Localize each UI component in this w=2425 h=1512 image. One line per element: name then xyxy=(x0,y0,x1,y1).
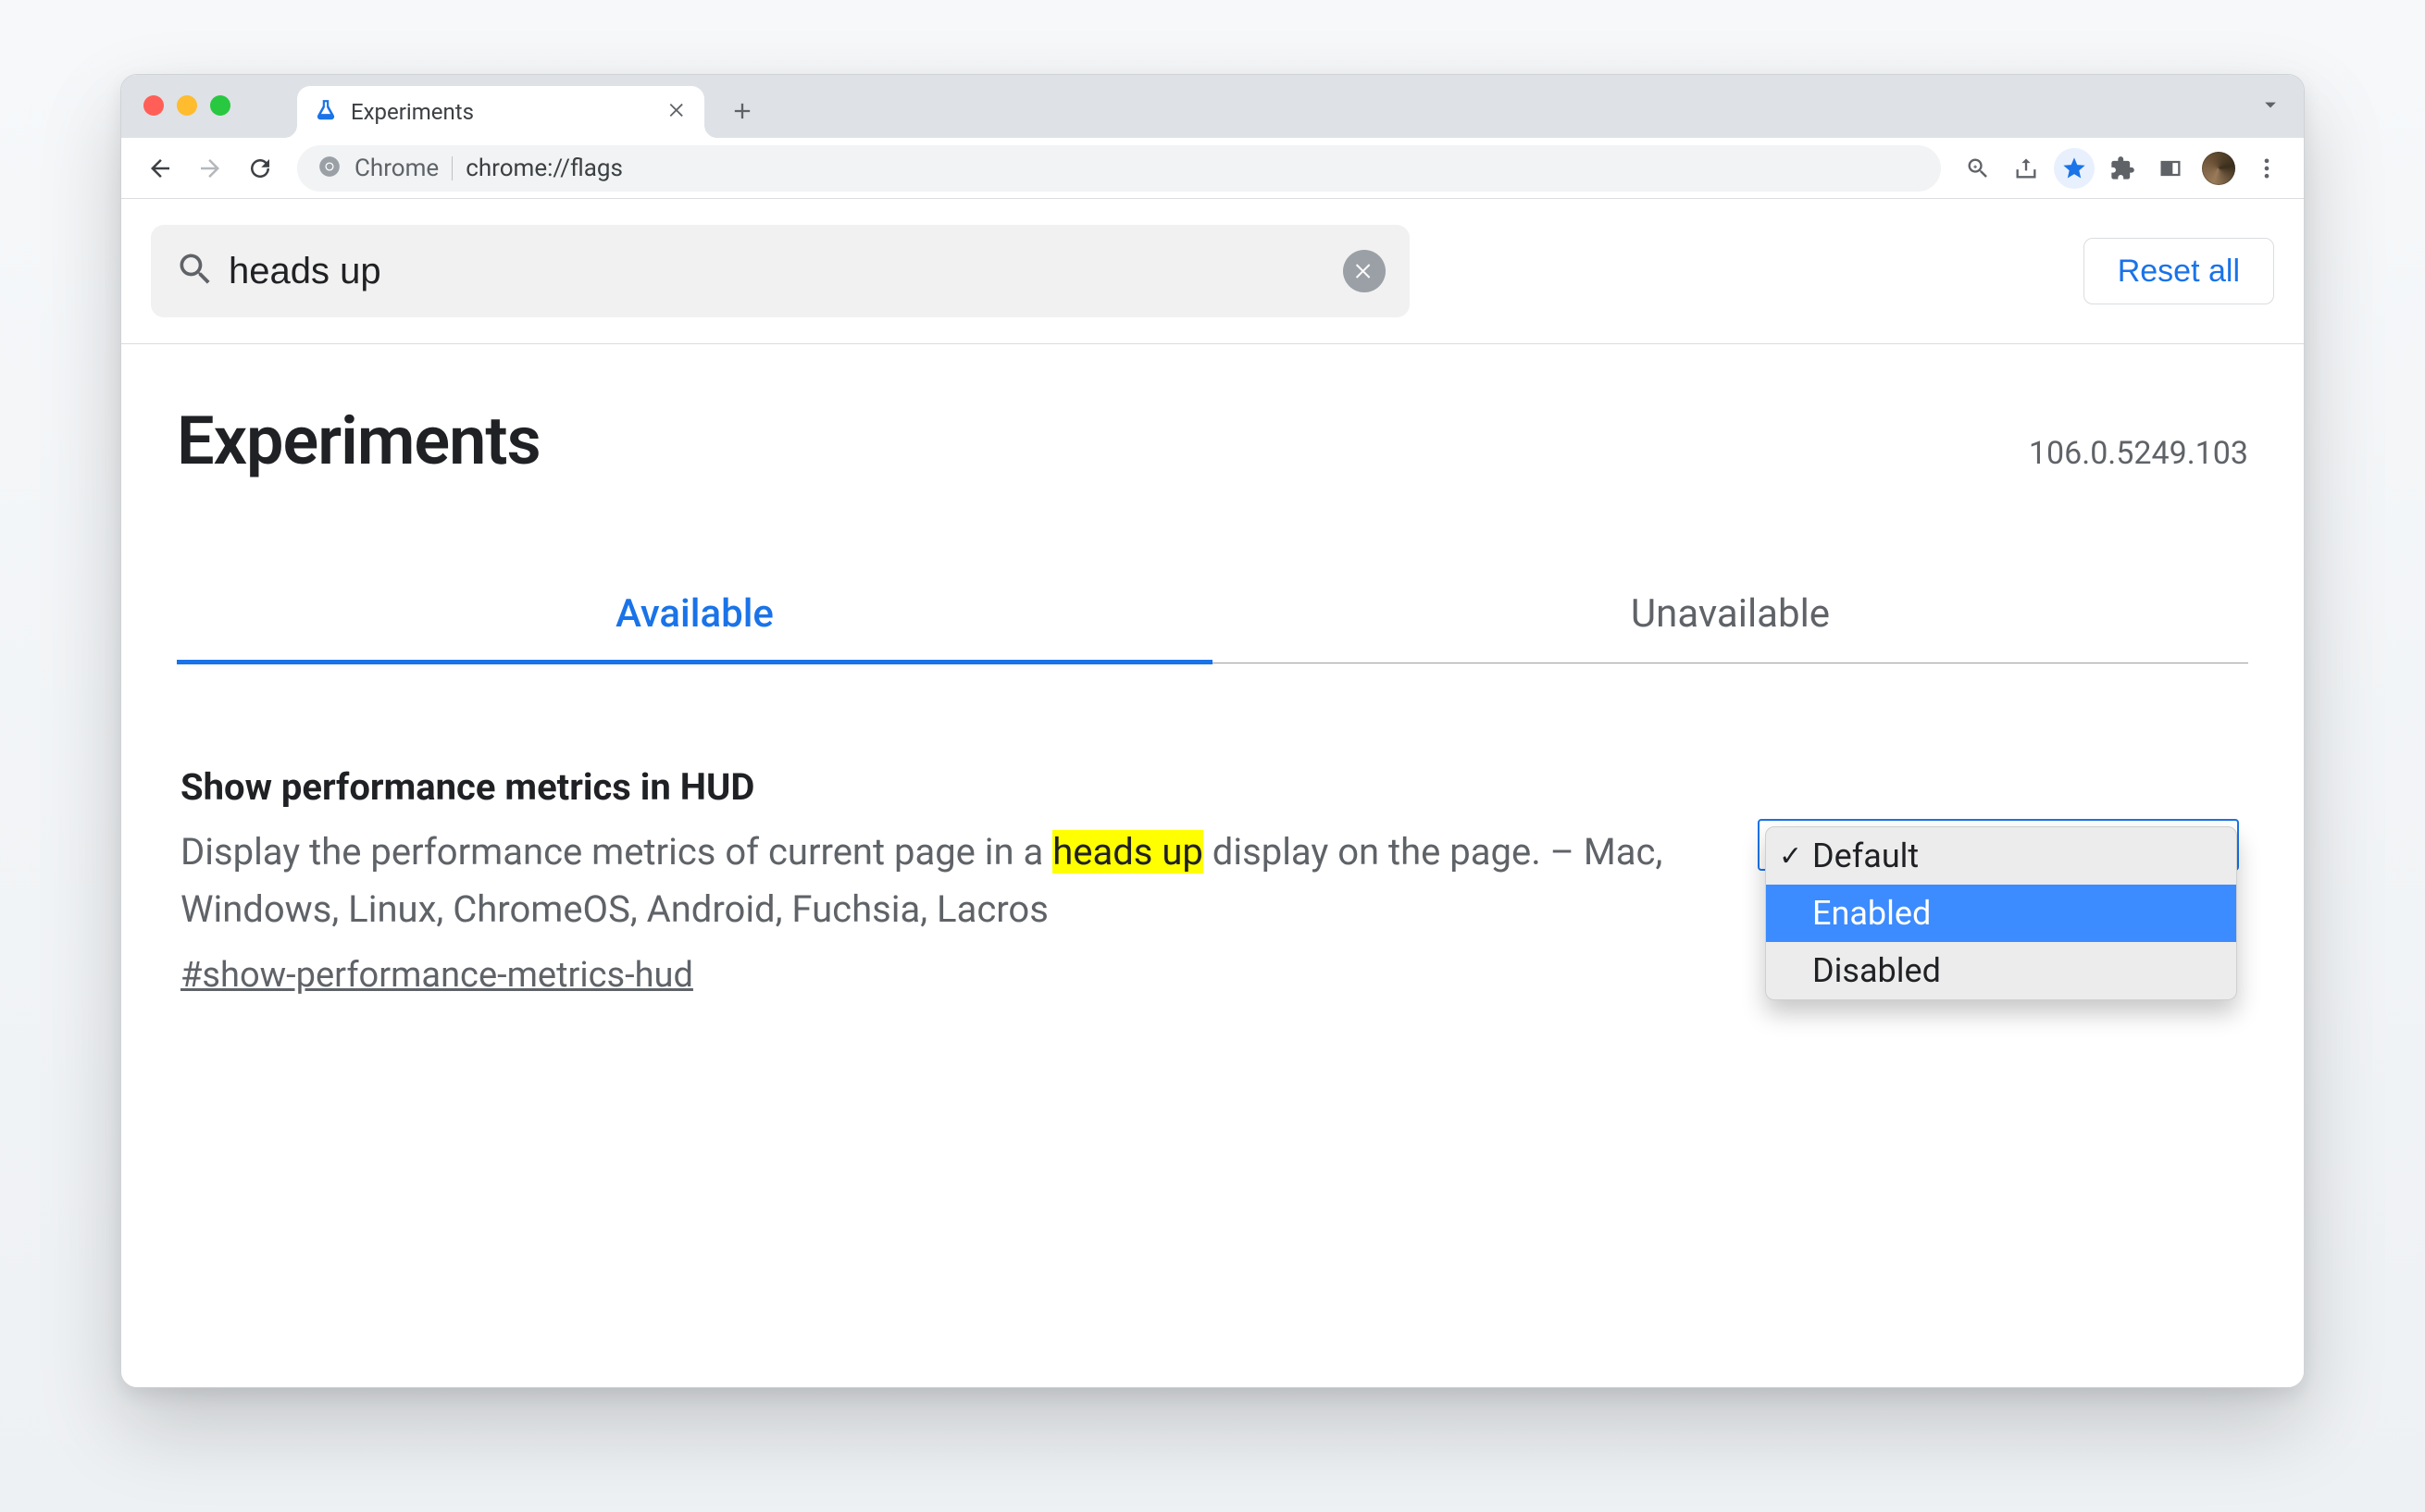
tab-available-label: Available xyxy=(616,591,774,637)
omnibox-separator xyxy=(452,156,453,180)
reset-all-label: Reset all xyxy=(2118,254,2240,290)
flask-icon xyxy=(314,98,338,126)
flags-search-input[interactable] xyxy=(216,251,1343,292)
tab-unavailable-label: Unavailable xyxy=(1631,591,1830,637)
flag-title: Show performance metrics in HUD xyxy=(180,765,1721,809)
tabs-overflow-button[interactable] xyxy=(2257,92,2283,121)
zoom-icon[interactable] xyxy=(1958,148,1998,189)
flags-search-row: Reset all xyxy=(121,199,2304,344)
kebab-menu-icon[interactable] xyxy=(2246,148,2287,189)
tab-available[interactable]: Available xyxy=(177,591,1212,663)
page-title: Experiments xyxy=(177,402,541,480)
window-close-button[interactable] xyxy=(143,95,164,116)
chrome-icon xyxy=(317,155,342,182)
window-minimize-button[interactable] xyxy=(177,95,197,116)
select-option-enabled-label: Enabled xyxy=(1812,894,1931,933)
forward-button[interactable] xyxy=(190,148,230,189)
select-option-disabled-label: Disabled xyxy=(1812,951,1941,990)
tab-unavailable[interactable]: Unavailable xyxy=(1212,591,2248,663)
toolbar-actions xyxy=(1958,148,2287,189)
flag-desc-pre: Display the performance metrics of curre… xyxy=(180,830,1052,874)
omnibox-path: chrome://flags xyxy=(466,155,623,182)
reset-all-button[interactable]: Reset all xyxy=(2083,238,2274,304)
select-option-disabled[interactable]: Disabled xyxy=(1766,942,2236,999)
omnibox-host-label: Chrome xyxy=(354,155,439,182)
check-icon: ✓ xyxy=(1779,840,1802,873)
share-icon[interactable] xyxy=(2006,148,2046,189)
bookmark-star-icon[interactable] xyxy=(2054,148,2095,189)
select-option-enabled[interactable]: Enabled xyxy=(1766,885,2236,942)
clear-search-icon[interactable] xyxy=(1343,250,1386,292)
flag-row: Show performance metrics in HUD Display … xyxy=(121,663,2304,996)
profile-avatar[interactable] xyxy=(2198,148,2239,189)
flag-text: Show performance metrics in HUD Display … xyxy=(180,765,1721,996)
select-dropdown: ✓ Default Enabled Disabled xyxy=(1765,826,2237,1000)
extensions-icon[interactable] xyxy=(2102,148,2143,189)
side-panel-icon[interactable] xyxy=(2150,148,2191,189)
browser-tab-active[interactable]: Experiments xyxy=(297,86,704,138)
address-bar[interactable]: Chrome chrome://flags xyxy=(297,145,1941,192)
select-option-default[interactable]: ✓ Default xyxy=(1766,827,2236,885)
flag-anchor-link[interactable]: #show-performance-metrics-hud xyxy=(180,955,693,996)
back-button[interactable] xyxy=(140,148,180,189)
browser-window: Experiments xyxy=(120,74,2305,1388)
flag-state-select[interactable]: ✓ Default Enabled Disabled xyxy=(1758,819,2239,871)
window-fullscreen-button[interactable] xyxy=(210,95,230,116)
select-option-default-label: Default xyxy=(1812,837,1919,875)
new-tab-button[interactable] xyxy=(719,88,765,134)
window-controls xyxy=(143,95,230,116)
tab-strip: Experiments xyxy=(121,75,2304,138)
flag-description: Display the performance metrics of curre… xyxy=(180,824,1721,938)
page-content: Reset all Experiments 106.0.5249.103 Ava… xyxy=(121,199,2304,1387)
search-icon xyxy=(175,249,216,293)
flags-search-box[interactable] xyxy=(151,225,1410,317)
flags-tabs: Available Unavailable xyxy=(177,591,2248,663)
chrome-version: 106.0.5249.103 xyxy=(2029,435,2248,472)
page-header: Experiments 106.0.5249.103 xyxy=(121,344,2304,480)
tab-title: Experiments xyxy=(351,99,654,125)
flag-desc-highlight: heads up xyxy=(1052,830,1203,874)
reload-button[interactable] xyxy=(240,148,280,189)
browser-toolbar: Chrome chrome://flags xyxy=(121,138,2304,199)
close-tab-icon[interactable] xyxy=(667,100,688,124)
